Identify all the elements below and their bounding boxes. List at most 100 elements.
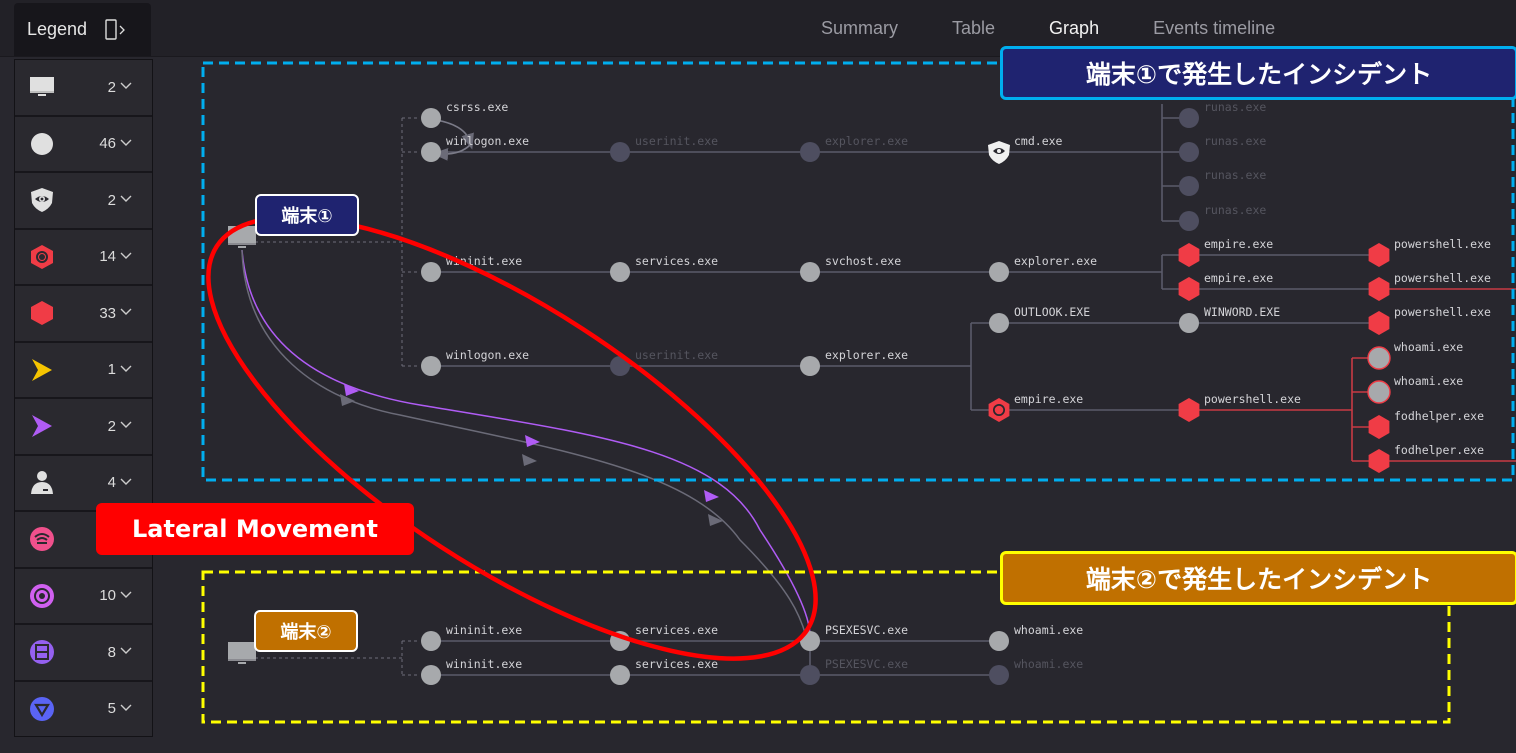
graph-node[interactable]: csrss.exe bbox=[421, 100, 508, 128]
host2-incident-label: 端末②で発生したインシデント bbox=[1000, 551, 1516, 605]
process-graph: csrss.exe winlogon.exe userinit.exe explore… bbox=[201, 61, 1516, 724]
graph-node[interactable]: OUTLOOK.EXE bbox=[989, 305, 1090, 333]
process-node-icon bbox=[421, 665, 441, 685]
node-label: services.exe bbox=[635, 657, 718, 671]
graph-node[interactable]: services.exe bbox=[610, 657, 718, 685]
process-node-icon bbox=[421, 356, 441, 376]
node-label: svchost.exe bbox=[825, 254, 901, 268]
node-label: whoami.exe bbox=[1394, 340, 1463, 354]
graph-node[interactable]: cmd.exe bbox=[988, 134, 1063, 164]
hexagon-node-icon bbox=[1178, 277, 1200, 301]
node-label: explorer.exe bbox=[1014, 254, 1097, 268]
process-node-icon bbox=[610, 262, 630, 282]
node-label: fodhelper.exe bbox=[1394, 443, 1484, 457]
node-label: runas.exe bbox=[1204, 168, 1266, 182]
node-label: services.exe bbox=[635, 623, 718, 637]
node-label: userinit.exe bbox=[635, 348, 718, 362]
edge-arrow-icon bbox=[344, 384, 359, 396]
node-label: winlogon.exe bbox=[446, 348, 529, 362]
graph-node[interactable]: empire.exe bbox=[1178, 271, 1274, 301]
node-label: wininit.exe bbox=[446, 623, 522, 637]
inactive-node-icon bbox=[1179, 176, 1199, 196]
graph-node[interactable]: PSEXESVC.exe bbox=[800, 623, 908, 651]
node-label: powershell.exe bbox=[1394, 237, 1491, 251]
graph-node[interactable]: explorer.exe bbox=[800, 348, 908, 376]
process-node-icon bbox=[421, 108, 441, 128]
hexagon-node-icon bbox=[1368, 415, 1390, 439]
graph-node[interactable]: explorer.exe bbox=[989, 254, 1097, 282]
node-label: whoami.exe bbox=[1014, 657, 1083, 671]
edge-arrow-icon bbox=[704, 490, 719, 502]
inactive-node-icon bbox=[800, 142, 820, 162]
node-label: empire.exe bbox=[1204, 237, 1273, 251]
node-label: wininit.exe bbox=[446, 657, 522, 671]
process-node-icon bbox=[421, 262, 441, 282]
inactive-node-icon bbox=[800, 665, 820, 685]
process-node-icon bbox=[800, 356, 820, 376]
graph-node[interactable]: empire.exe bbox=[1178, 237, 1274, 267]
host-link bbox=[255, 117, 420, 367]
graph-node[interactable]: PSEXESVC.exe bbox=[800, 657, 908, 685]
graph-node[interactable]: runas.exe bbox=[1179, 100, 1266, 128]
graph-node[interactable]: powershell.exe bbox=[1368, 305, 1491, 335]
node-label: powershell.exe bbox=[1204, 392, 1301, 406]
process-node-icon bbox=[421, 142, 441, 162]
node-label: empire.exe bbox=[1014, 392, 1083, 406]
hexagon-node-icon bbox=[1368, 311, 1390, 335]
inactive-node-icon bbox=[1179, 108, 1199, 128]
graph-node[interactable]: userinit.exe bbox=[610, 348, 718, 376]
host1-badge: 端末① bbox=[255, 194, 359, 236]
node-label: services.exe bbox=[635, 254, 718, 268]
node-label: csrss.exe bbox=[446, 100, 508, 114]
edge-arrow-icon bbox=[708, 514, 723, 526]
inactive-node-icon bbox=[610, 142, 630, 162]
graph-node[interactable]: wininit.exe bbox=[421, 657, 522, 685]
node-label: explorer.exe bbox=[825, 134, 908, 148]
graph-node[interactable]: runas.exe bbox=[1179, 134, 1266, 162]
graph-node[interactable]: fodhelper.exe bbox=[1368, 409, 1484, 439]
lateral-movement-label: Lateral Movement bbox=[96, 503, 414, 555]
graph-node[interactable]: svchost.exe bbox=[800, 254, 901, 282]
graph-node[interactable]: userinit.exe bbox=[610, 134, 718, 162]
graph-node[interactable]: winlogon.exe bbox=[421, 348, 529, 376]
graph-node[interactable]: empire.exe bbox=[988, 392, 1084, 422]
node-label: OUTLOOK.EXE bbox=[1014, 305, 1090, 319]
graph-node[interactable]: powershell.exe bbox=[1178, 392, 1301, 422]
node-label: explorer.exe bbox=[825, 348, 908, 362]
process-node-icon bbox=[989, 313, 1009, 333]
hexagon-node-icon bbox=[1368, 243, 1390, 267]
graph-node[interactable]: powershell.exe bbox=[1368, 237, 1491, 267]
graph-node[interactable]: explorer.exe bbox=[800, 134, 908, 162]
process-node-icon bbox=[989, 631, 1009, 651]
host2-badge: 端末② bbox=[254, 610, 358, 652]
node-label: empire.exe bbox=[1204, 271, 1273, 285]
node-label: cmd.exe bbox=[1014, 134, 1063, 148]
host2-computer-icon[interactable] bbox=[228, 642, 256, 664]
hexagon-node-icon bbox=[1178, 243, 1200, 267]
graph-node[interactable]: whoami.exe bbox=[1367, 374, 1463, 404]
edge-arrow-icon bbox=[340, 394, 355, 406]
graph-node[interactable]: runas.exe bbox=[1179, 203, 1266, 231]
graph-node[interactable]: whoami.exe bbox=[1367, 340, 1463, 370]
graph-node[interactable]: runas.exe bbox=[1179, 168, 1266, 196]
node-label: PSEXESVC.exe bbox=[825, 657, 908, 671]
graph-node[interactable]: fodhelper.exe bbox=[1368, 443, 1484, 473]
hexagon-node-icon bbox=[1178, 398, 1200, 422]
graph-node[interactable]: winlogon.exe bbox=[421, 134, 529, 162]
process-node-icon bbox=[800, 262, 820, 282]
graph-node[interactable]: wininit.exe bbox=[421, 623, 522, 651]
graph-node[interactable]: services.exe bbox=[610, 254, 718, 282]
inactive-node-icon bbox=[1179, 142, 1199, 162]
process-node-icon bbox=[1367, 380, 1391, 404]
hexagon-node-icon bbox=[1368, 277, 1390, 301]
graph-node[interactable]: WINWORD.EXE bbox=[1179, 305, 1280, 333]
node-label: userinit.exe bbox=[635, 134, 718, 148]
edge bbox=[1161, 104, 1180, 222]
process-node-icon bbox=[989, 262, 1009, 282]
graph-node[interactable]: powershell.exe bbox=[1368, 271, 1491, 301]
node-label: PSEXESVC.exe bbox=[825, 623, 908, 637]
process-node-icon bbox=[421, 631, 441, 651]
node-label: runas.exe bbox=[1204, 134, 1266, 148]
graph-node[interactable]: whoami.exe bbox=[989, 623, 1083, 651]
graph-node[interactable]: whoami.exe bbox=[989, 657, 1083, 685]
